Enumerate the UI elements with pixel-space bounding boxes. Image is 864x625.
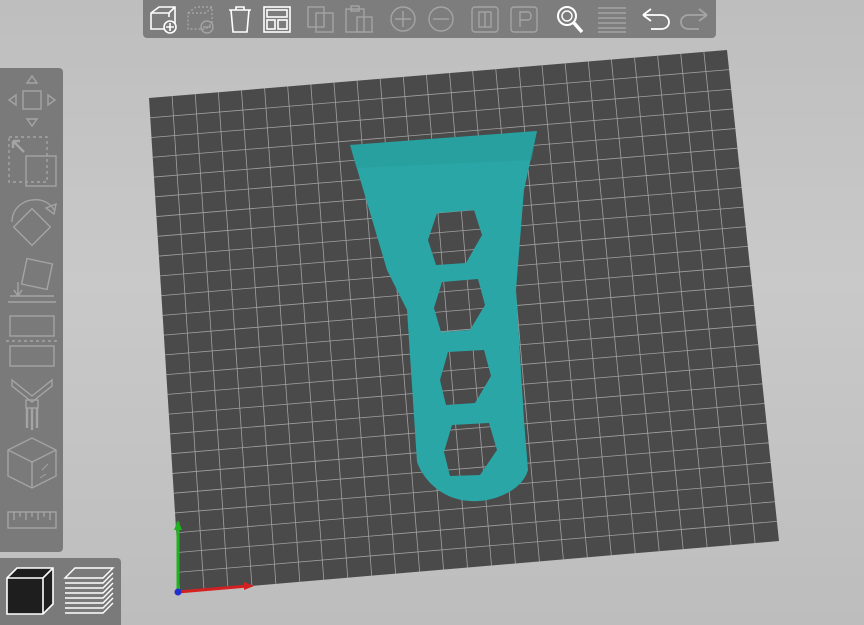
copy-icon [307, 6, 334, 33]
add-object-button[interactable] [147, 3, 181, 35]
layers-editing-icon [598, 7, 626, 33]
add-instance-icon [390, 6, 416, 32]
add-instance-button[interactable] [386, 3, 420, 35]
cut-icon [6, 315, 58, 367]
delete-all-button[interactable] [223, 3, 257, 35]
preview-layers-button[interactable] [61, 562, 117, 620]
3d-view-icon [6, 567, 54, 615]
place-on-face-icon [8, 257, 56, 303]
paste-button[interactable] [342, 3, 376, 35]
arrange-icon [263, 6, 291, 33]
seam-painting-icon [7, 437, 57, 489]
place-on-face-tool-button[interactable] [4, 256, 60, 310]
paint-supports-tool-button[interactable] [4, 376, 60, 432]
paste-icon [345, 5, 373, 33]
rotate-icon [11, 199, 57, 247]
split-parts-icon [510, 6, 538, 33]
split-objects-button[interactable] [469, 3, 503, 35]
scale-icon [8, 136, 57, 187]
delete-object-icon [187, 6, 214, 34]
axis-origin [174, 588, 182, 596]
undo-button[interactable] [639, 3, 673, 35]
search-button[interactable] [553, 3, 587, 35]
rotate-tool-button[interactable] [4, 192, 60, 254]
layers-editing-button[interactable] [595, 3, 629, 35]
remove-instance-icon [428, 6, 454, 32]
add-object-icon [150, 6, 177, 34]
scale-tool-button[interactable] [4, 132, 60, 190]
move-tool-button[interactable] [4, 72, 60, 130]
split-parts-button[interactable] [508, 3, 542, 35]
view-mode-panel [0, 558, 121, 625]
3d-viewport[interactable] [0, 0, 864, 625]
paint-supports-icon [11, 378, 53, 430]
copy-button[interactable] [304, 3, 338, 35]
redo-icon [680, 8, 708, 30]
split-objects-icon [471, 6, 499, 33]
delete-all-icon [229, 6, 251, 33]
undo-icon [642, 8, 670, 30]
arrange-button[interactable] [260, 3, 294, 35]
measure-tool-button[interactable] [4, 498, 60, 542]
search-icon [557, 6, 584, 34]
measure-icon [7, 511, 57, 529]
preview-layers-icon [63, 567, 115, 614]
cut-tool-button[interactable] [4, 312, 60, 374]
build-plate[interactable] [149, 50, 779, 592]
seam-painting-tool-button[interactable] [4, 434, 60, 490]
remove-instance-button[interactable] [424, 3, 458, 35]
redo-button[interactable] [677, 3, 711, 35]
3d-view-button[interactable] [3, 562, 59, 620]
delete-object-button[interactable] [184, 3, 218, 35]
move-icon [7, 74, 57, 128]
left-toolbar [0, 68, 63, 552]
top-toolbar [143, 0, 716, 38]
